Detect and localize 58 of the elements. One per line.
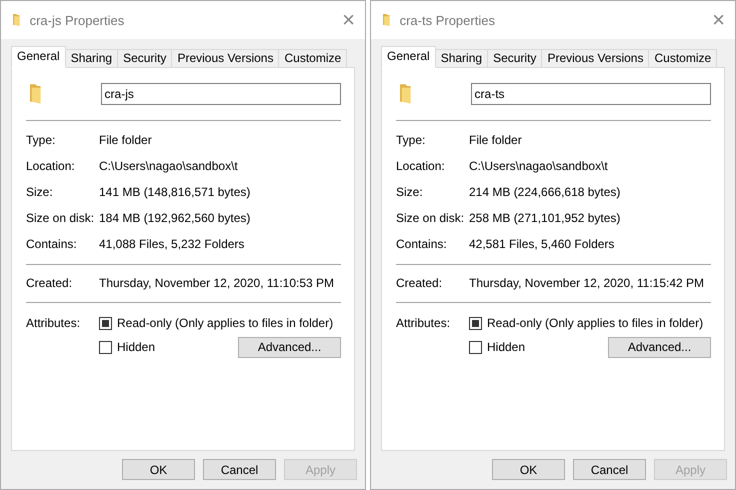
property-value: C:\Users\nagao\sandbox\t	[99, 159, 238, 173]
property-value: 258 MB (271,101,952 bytes)	[469, 211, 620, 225]
property-value: Thursday, November 12, 2020, 11:10:53 PM	[99, 276, 334, 290]
property-value: C:\Users\nagao\sandbox\t	[469, 159, 608, 173]
property-label: Type:	[396, 133, 426, 147]
tab[interactable]: Sharing	[434, 49, 488, 67]
property-value: 184 MB (192,962,560 bytes)	[99, 211, 250, 225]
property-value: 41,088 Files, 5,232 Folders	[99, 237, 244, 251]
property-label: Size on disk:	[396, 211, 466, 225]
folder-icon	[383, 14, 390, 26]
property-label: Contains:	[396, 237, 448, 251]
checkbox-label: Read-only (Only applies to files in folder)	[487, 316, 704, 330]
dialog-button[interactable]: Cancel	[573, 459, 646, 480]
checkbox[interactable]	[99, 340, 112, 354]
property-label: Size:	[26, 185, 54, 199]
tab[interactable]: Sharing	[64, 49, 118, 67]
dialog-button[interactable]: OK	[492, 459, 565, 480]
name-field[interactable]: cra-js	[100, 83, 341, 105]
property-label: Location:	[396, 159, 446, 173]
folder-icon	[13, 14, 20, 26]
property-label: Size on disk:	[26, 211, 96, 225]
checkbox-label: Read-only (Only applies to files in folder)	[117, 316, 334, 330]
checkbox[interactable]	[469, 340, 482, 354]
close-icon[interactable]: ×	[712, 9, 725, 31]
property-label: Attributes:	[396, 316, 452, 330]
dialog-button[interactable]: OK	[122, 459, 195, 480]
window-title: cra-ts Properties	[400, 12, 496, 28]
checkbox[interactable]	[99, 316, 112, 330]
tab[interactable]: Security	[117, 49, 172, 67]
property-label: Location:	[26, 159, 76, 173]
property-label: Created:	[396, 276, 444, 290]
advanced-button[interactable]: Advanced...	[608, 336, 711, 358]
tab[interactable]: Customize	[648, 49, 718, 67]
dialog-button[interactable]: Cancel	[203, 459, 276, 480]
property-value: File folder	[99, 133, 152, 147]
property-value: 141 MB (148,816,571 bytes)	[99, 185, 250, 199]
tab[interactable]: General	[11, 46, 66, 68]
property-label: Attributes:	[26, 316, 82, 330]
property-label: Contains:	[26, 237, 78, 251]
property-label: Type:	[26, 133, 56, 147]
close-icon[interactable]: ×	[342, 9, 355, 31]
folder-icon	[400, 84, 411, 104]
property-value: File folder	[469, 133, 522, 147]
tab[interactable]: General	[381, 46, 436, 68]
checkbox-label: Hidden	[117, 340, 156, 354]
checkbox[interactable]	[469, 316, 482, 330]
property-value: 42,581 Files, 5,460 Folders	[469, 237, 614, 251]
folder-icon	[30, 84, 41, 104]
checkbox-label: Hidden	[487, 340, 526, 354]
property-label: Size:	[396, 185, 424, 199]
property-label: Created:	[26, 276, 74, 290]
property-value: 214 MB (224,666,618 bytes)	[469, 185, 620, 199]
property-value: Thursday, November 12, 2020, 11:15:42 PM	[469, 276, 704, 290]
name-field[interactable]: cra-ts	[470, 83, 711, 105]
tab[interactable]: Security	[487, 49, 542, 67]
window-title: cra-js Properties	[30, 12, 126, 28]
tab[interactable]: Customize	[278, 49, 348, 67]
advanced-button[interactable]: Advanced...	[238, 336, 341, 358]
